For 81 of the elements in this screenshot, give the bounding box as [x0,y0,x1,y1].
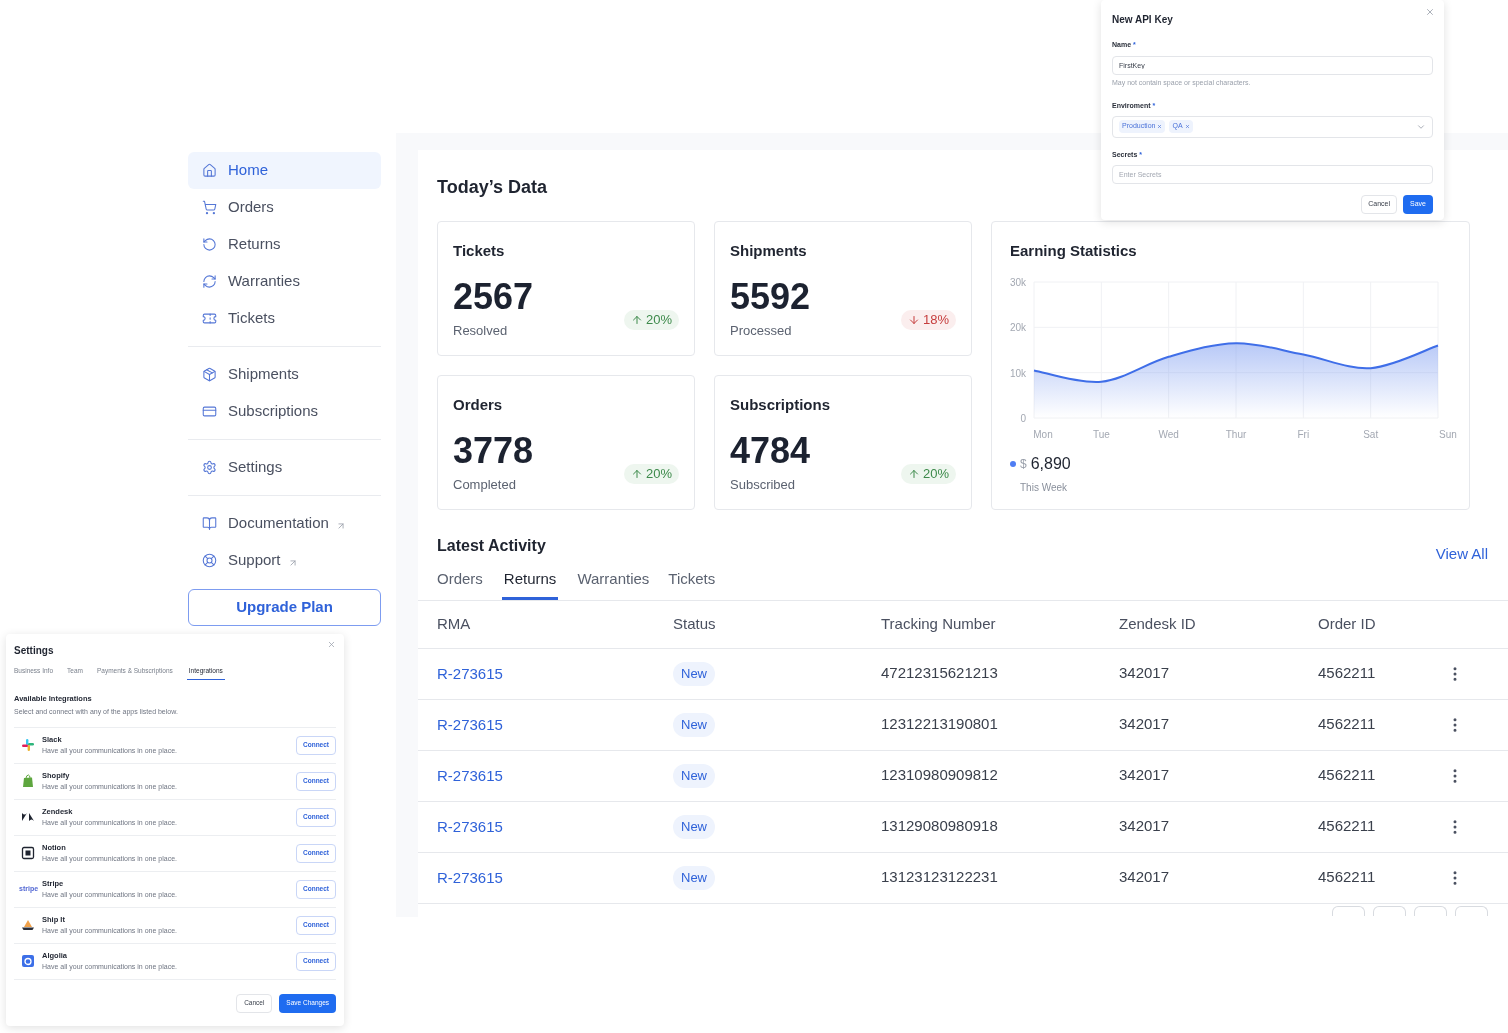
stat-title: Subscriptions [730,395,831,415]
table-cell-text: 342017 [1119,663,1171,684]
stat-value: 2567 [453,276,534,317]
status-badge: New [673,662,715,686]
stat-caption: Completed [453,475,517,494]
view-all-link[interactable]: View All [1435,543,1488,566]
column-header: Order ID [1318,613,1377,634]
y-tick-label: 10k [1009,367,1026,379]
dialog-title: Settings [14,644,54,658]
x-tick-label: Tue [1092,428,1110,440]
activity-tab[interactable]: Orders [437,568,483,600]
stat-title: Orders [453,395,504,415]
table-cell-text: 4562211 [1318,663,1377,684]
rma-link[interactable]: R-273615 [437,766,503,784]
table-cell-text: 12310980909812 [881,765,999,786]
currency-symbol: $ [1020,455,1027,473]
earnings-amount: 6,890 [1030,453,1071,474]
card-title: Earning Statistics [1010,241,1138,261]
change-badge: 20% [900,464,956,484]
y-tick-label: 30k [1009,276,1026,288]
x-tick-label: Sat [1363,428,1379,440]
sidebar-item[interactable]: Settings [188,449,381,486]
sidebar-item[interactable]: Returns [188,226,381,263]
rma-link[interactable]: R-273615 [437,664,503,682]
y-tick-label: 0 [1020,412,1026,424]
rma-link[interactable]: R-273615 [437,868,503,886]
stat-value: 5592 [730,276,811,317]
table-cell-text: 47212315621213 [881,663,999,684]
activity-tab[interactable]: Tickets [668,568,716,600]
stat-caption: Processed [730,321,793,340]
sidebar-item[interactable]: Tickets [188,300,381,337]
table-cell-text: 342017 [1119,867,1171,888]
section-title: Latest Activity [437,536,547,556]
stat-title: Tickets [453,241,506,261]
status-badge: New [673,764,715,788]
table-cell-text: 342017 [1119,714,1171,735]
change-badge: 20% [623,310,679,330]
column-header: Tracking Number [881,613,997,634]
sidebar-item[interactable]: Shipments [188,356,381,393]
x-tick-label: Sun [1439,428,1457,440]
sidebar-item[interactable]: Support [188,542,381,579]
table-cell-text: 13129080980918 [881,816,999,837]
stat-caption: Subscribed [730,475,797,494]
y-tick-label: 20k [1009,321,1026,333]
table-cell-text: 4562211 [1318,765,1377,786]
activity-tab[interactable]: Returns [501,568,559,600]
sidebar-item[interactable]: Orders [188,189,381,226]
table-cell-text: 342017 [1119,816,1171,837]
sidebar-item[interactable]: Documentation [188,505,381,542]
table-cell-text: 4562211 [1318,714,1377,735]
dialog-title: New API Key [1112,13,1173,27]
column-header: Zendesk ID [1119,613,1197,634]
table-cell-text: 12312213190801 [881,714,999,735]
stat-title: Shipments [730,241,808,261]
table-cell-text: 4562211 [1318,816,1377,837]
table-cell-text: 4562211 [1318,867,1377,888]
page-title: Today’s Data [437,176,548,199]
column-header: RMA [437,613,472,634]
table-cell-text: 342017 [1119,765,1171,786]
status-badge: New [673,713,715,737]
rma-link[interactable]: R-273615 [437,817,503,835]
stat-value: 4784 [730,430,811,471]
change-badge: 18% [900,310,956,330]
column-header: Status [673,613,717,634]
earnings-caption: This Week [1020,480,1069,495]
table-cell-text: 13123123122231 [881,867,999,888]
stat-value: 3778 [453,430,534,471]
activity-tab[interactable]: Warranties [577,568,650,600]
x-tick-label: Wed [1158,428,1179,440]
status-badge: New [673,815,715,839]
upgrade-plan-button[interactable]: Upgrade Plan [188,589,381,626]
sidebar-item[interactable]: Subscriptions [188,393,381,430]
x-tick-label: Thur [1225,428,1247,440]
sidebar-item[interactable]: Warranties [188,263,381,300]
x-tick-label: Fri [1297,428,1310,440]
stat-caption: Resolved [453,321,509,340]
x-tick-label: Mon [1033,428,1053,440]
change-badge: 20% [623,464,679,484]
rma-link[interactable]: R-273615 [437,715,503,733]
sidebar-item[interactable]: Home [188,152,381,189]
status-badge: New [673,866,715,890]
